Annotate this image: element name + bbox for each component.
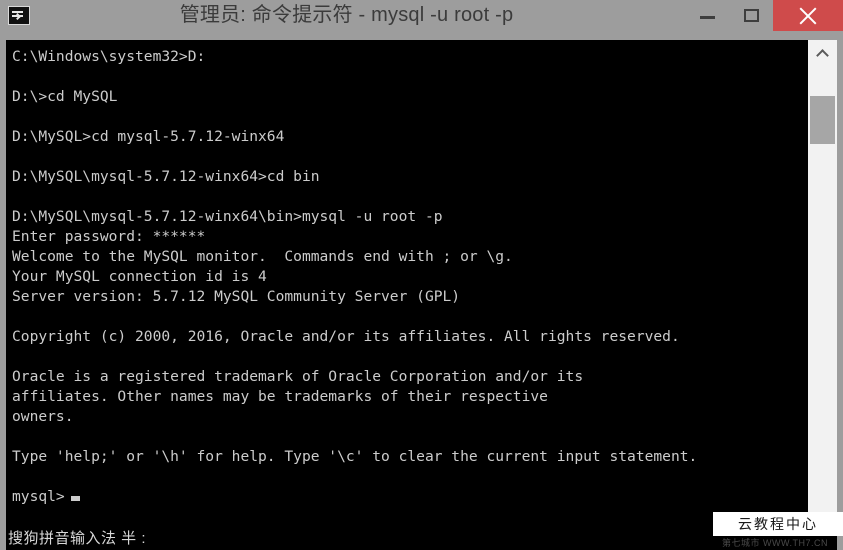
console-line: affiliates. Other names may be trademark…: [12, 388, 548, 405]
text-cursor: [70, 496, 80, 501]
console-line: Oracle is a registered trademark of Orac…: [12, 368, 584, 385]
watermark-label: 云教程中心: [738, 516, 818, 532]
console-scrollbar[interactable]: [808, 40, 837, 550]
console-line: Server version: 5.7.12 MySQL Community S…: [12, 288, 461, 305]
watermark-badge: 云教程中心: [713, 512, 843, 536]
console-line: C:\Windows\system32>D:: [12, 48, 206, 65]
scrollbar-thumb[interactable]: [810, 96, 835, 144]
command-prompt-window: 管理员: 命令提示符 - mysql -u root -p C:\Windows…: [0, 0, 843, 550]
console-line: Type 'help;' or '\h' for help. Type '\c'…: [12, 448, 698, 465]
maximize-icon: [744, 8, 759, 22]
minimize-button[interactable]: [685, 0, 729, 31]
console-line: Copyright (c) 2000, 2016, Oracle and/or …: [12, 328, 680, 345]
ime-status-text: 搜狗拼音输入法 半 :: [8, 529, 147, 547]
watermark-sublabel: 第七城市 WWW.TH7.CN: [722, 538, 828, 548]
console-line: D:\MySQL\mysql-5.7.12-winx64\bin>mysql -…: [12, 208, 443, 225]
close-icon: [797, 5, 819, 27]
console-line: D:\>cd MySQL: [12, 88, 118, 105]
console-line: Welcome to the MySQL monitor. Commands e…: [12, 248, 513, 265]
console-output[interactable]: C:\Windows\system32>D: D:\>cd MySQL D:\M…: [6, 40, 808, 550]
console-line: Your MySQL connection id is 4: [12, 268, 267, 285]
close-button[interactable]: [773, 0, 843, 31]
console-line: Enter password: ******: [12, 228, 206, 245]
console-prompt-line: mysql>: [12, 487, 808, 507]
window-titlebar[interactable]: 管理员: 命令提示符 - mysql -u root -p: [0, 0, 843, 31]
console-frame: C:\Windows\system32>D: D:\>cd MySQL D:\M…: [6, 40, 837, 550]
window-controls: [685, 0, 843, 31]
maximize-button[interactable]: [729, 0, 773, 31]
chevron-up-icon: [815, 49, 829, 62]
scrollbar-track[interactable]: [808, 66, 837, 550]
scroll-up-button[interactable]: [808, 40, 837, 66]
console-line: owners.: [12, 408, 74, 425]
console-line: D:\MySQL\mysql-5.7.12-winx64>cd bin: [12, 168, 320, 185]
console-line: D:\MySQL>cd mysql-5.7.12-winx64: [12, 128, 285, 145]
minimize-icon: [700, 15, 715, 19]
